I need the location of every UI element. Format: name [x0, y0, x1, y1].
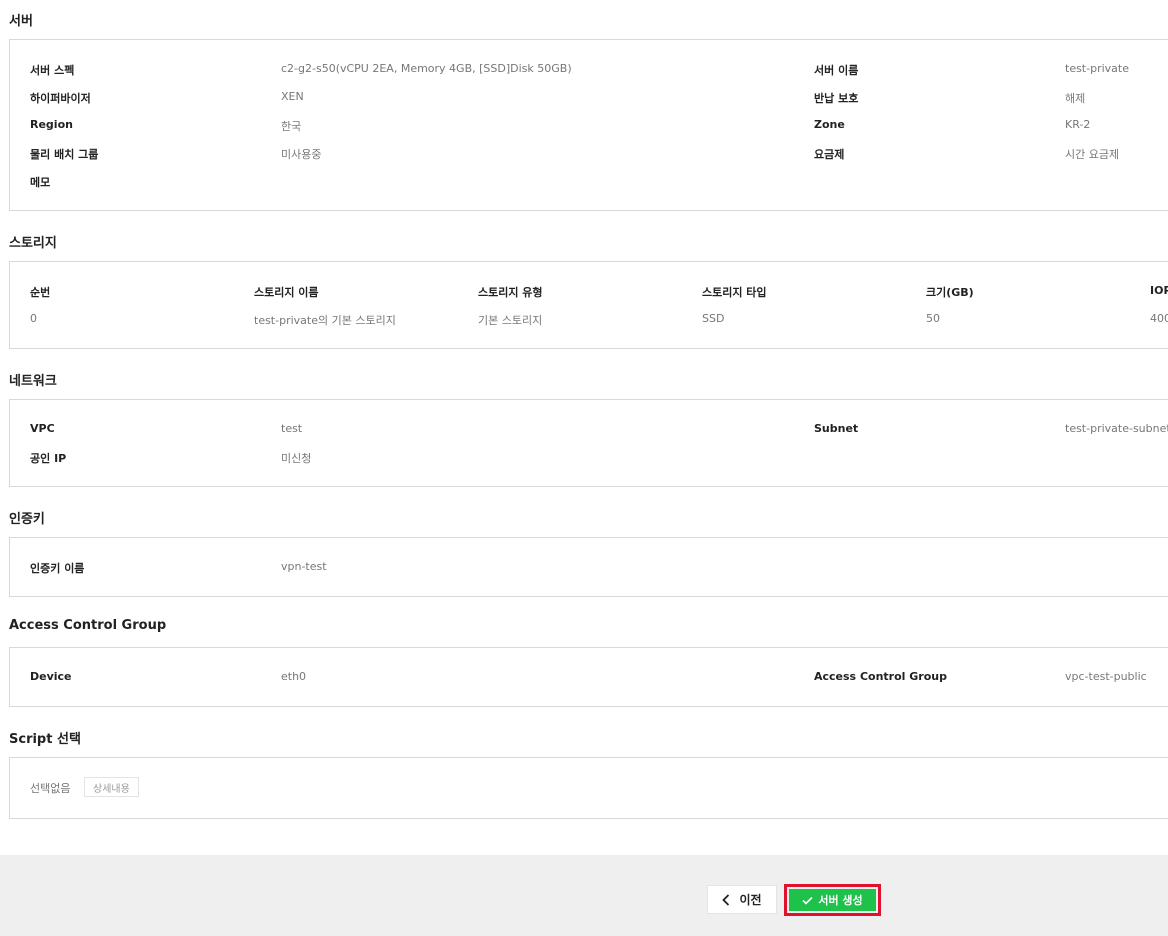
zone-label: Zone	[814, 118, 845, 131]
memo-label: 메모	[30, 176, 51, 189]
storage-header-type: 스토리지 타입	[702, 286, 767, 299]
pricing-label: 요금제	[814, 148, 845, 161]
acg-box: Device eth0 Access Control Group vpc-tes…	[9, 647, 1168, 707]
storage-cell-type: SSD	[702, 312, 725, 325]
script-section-title: Script 선택	[9, 732, 81, 747]
create-button-highlight: 서버 생성	[784, 884, 881, 916]
placement-group-value: 미사용중	[281, 148, 322, 161]
storage-table: 순번 스토리지 이름 스토리지 유형 스토리지 타입 크기(GB) IOPS 0…	[9, 261, 1168, 349]
server-spec-label: 서버 스펙	[30, 64, 75, 77]
region-value: 한국	[281, 120, 302, 133]
acg-label: Access Control Group	[814, 670, 947, 683]
script-box: 선택없음	[9, 757, 1168, 819]
chevron-left-icon	[722, 893, 730, 906]
hypervisor-label: 하이퍼바이저	[30, 92, 91, 105]
script-detail-button[interactable]: 상세내용	[84, 777, 139, 797]
pricing-value: 시간 요금제	[1065, 148, 1120, 161]
acg-value: vpc-test-public	[1065, 670, 1147, 683]
create-server-button-label: 서버 생성	[818, 894, 863, 907]
auth-key-box: 인증키 이름 vpn-test	[9, 537, 1168, 597]
server-section-title: 서버	[9, 14, 33, 29]
server-info-box: 서버 스펙 c2-g2-s50(vCPU 2EA, Memory 4GB, [S…	[9, 39, 1168, 211]
auth-key-name-label: 인증키 이름	[30, 562, 85, 575]
subnet-label: Subnet	[814, 422, 859, 435]
storage-cell-iops: 400	[1150, 312, 1168, 325]
network-info-box: VPC test 공인 IP 미신청 Subnet test-private-s…	[9, 399, 1168, 487]
storage-cell-size: 50	[926, 312, 940, 325]
storage-cell-index: 0	[30, 312, 37, 325]
storage-header-iops: IOPS	[1150, 284, 1168, 297]
auth-key-section-title: 인증키	[9, 512, 45, 527]
storage-cell-kind: 기본 스토리지	[478, 314, 543, 327]
subnet-value: test-private-subnet	[1065, 422, 1168, 435]
check-icon	[802, 896, 813, 905]
public-ip-value: 미신청	[281, 452, 312, 465]
device-value: eth0	[281, 670, 307, 683]
vpc-value: test	[281, 422, 303, 435]
create-server-button[interactable]: 서버 생성	[789, 889, 876, 911]
storage-section-title: 스토리지	[9, 236, 57, 251]
script-value: 선택없음	[30, 782, 71, 795]
storage-header-index: 순번	[30, 286, 51, 299]
return-protection-value: 해제	[1065, 92, 1086, 105]
storage-header-size: 크기(GB)	[926, 286, 974, 299]
vpc-label: VPC	[30, 422, 55, 435]
auth-key-name-value: vpn-test	[281, 560, 327, 573]
network-section-title: 네트워크	[9, 374, 57, 389]
storage-header-name: 스토리지 이름	[254, 286, 319, 299]
prev-button-label: 이전	[739, 893, 762, 907]
zone-value: KR-2	[1065, 118, 1091, 131]
public-ip-label: 공인 IP	[30, 452, 67, 465]
storage-cell-name: test-private의 기본 스토리지	[254, 314, 396, 327]
server-name-value: test-private	[1065, 62, 1129, 75]
server-name-label: 서버 이름	[814, 64, 859, 77]
storage-header-kind: 스토리지 유형	[478, 286, 543, 299]
device-label: Device	[30, 670, 72, 683]
acg-section-title: Access Control Group	[9, 618, 167, 633]
placement-group-label: 물리 배치 그룹	[30, 148, 99, 161]
prev-button[interactable]: 이전	[707, 885, 777, 914]
server-spec-value: c2-g2-s50(vCPU 2EA, Memory 4GB, [SSD]Dis…	[281, 62, 572, 75]
hypervisor-value: XEN	[281, 90, 304, 103]
region-label: Region	[30, 118, 73, 131]
footer-bar	[0, 855, 1168, 936]
return-protection-label: 반납 보호	[814, 92, 859, 105]
